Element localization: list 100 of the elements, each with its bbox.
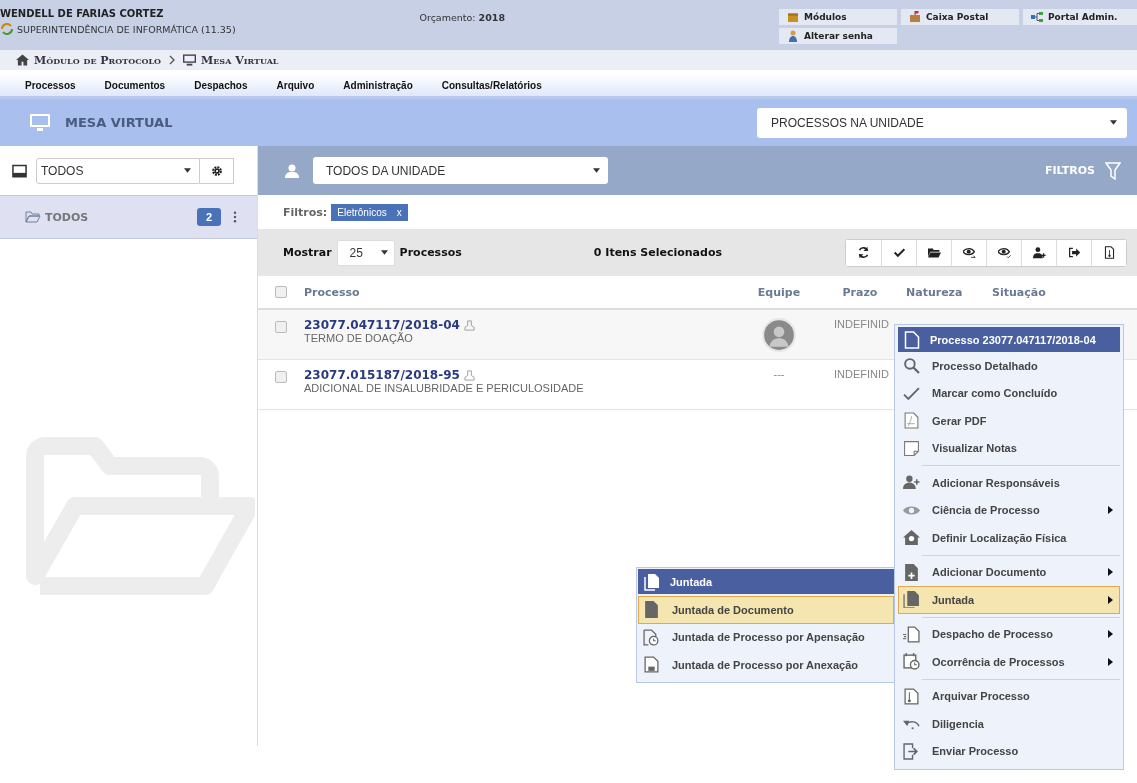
page-title: MESA VIRTUAL <box>65 115 173 130</box>
menu-item[interactable]: Diligencia <box>898 710 1120 738</box>
menu-item[interactable]: Juntada de Processo por Anexação <box>638 651 894 679</box>
checkbox[interactable] <box>275 286 287 298</box>
file-thermometer-icon <box>903 687 920 705</box>
menu-item[interactable]: Juntada <box>898 586 1120 614</box>
selected-count: 0 Itens Selecionados <box>593 246 723 259</box>
checkbox[interactable] <box>275 321 287 333</box>
process-number-link[interactable]: 23077.015187/2018-95 <box>304 368 460 382</box>
filter-icon <box>1105 161 1121 180</box>
unit-label: Processos <box>399 246 462 259</box>
file-plus-icon <box>903 563 920 581</box>
column-header: Natureza <box>906 285 964 299</box>
folder-icon <box>927 246 941 259</box>
chevron-icon <box>169 55 176 65</box>
dropdown-caret-icon <box>593 168 600 173</box>
team-select[interactable]: TODOS DA UNIDADE <box>313 157 608 184</box>
files-icon <box>644 572 660 591</box>
file-lines-icon <box>903 625 920 643</box>
sidebar-item[interactable]: TODOS 2 <box>0 195 257 239</box>
folder-label: TODOS <box>45 210 90 224</box>
mailbox-icon <box>909 11 921 23</box>
header-link[interactable]: Caixa Postal <box>901 9 1019 25</box>
menu-item[interactable]: Arquivar Processo <box>898 682 1120 710</box>
menu-title: Processo 23077.047117/2018-04 <box>930 333 1096 346</box>
header-link[interactable]: Portal Admin. <box>1023 9 1137 25</box>
unit-name: SUPERINTENDÊNCIA DE INFORMÁTICA (11.35) <box>17 23 236 35</box>
menu-item[interactable]: Despachos <box>194 79 248 91</box>
budget-text: Orçamento: 2018 <box>419 11 507 23</box>
menu-item[interactable]: Despacho de Processo <box>898 620 1120 648</box>
refresh-icon <box>857 246 870 259</box>
stamp-icon <box>463 369 475 381</box>
team-cell: --- <box>773 368 785 380</box>
header-link[interactable]: Alterar senha <box>779 28 897 44</box>
filters-label: Filtros: <box>283 205 328 219</box>
count-badge: 2 <box>196 208 221 226</box>
dropdown-caret-icon <box>380 250 388 255</box>
menu-item[interactable]: Adicionar Responsáveis <box>898 469 1120 497</box>
breadcrumb-link[interactable]: Módulo de Protocolo <box>34 53 162 67</box>
process-subject: ADICIONAL DE INSALUBRIDADE E PERICULOSIDADE <box>304 382 584 394</box>
process-number-link[interactable]: 23077.047117/2018-04 <box>304 318 460 332</box>
pdf-file-icon <box>903 412 920 430</box>
file-clock-icon <box>643 628 660 646</box>
dropdown-caret-icon <box>184 168 191 173</box>
settings-icon <box>210 164 223 177</box>
settings-button[interactable] <box>200 157 234 184</box>
menu-item[interactable]: Processos <box>25 79 76 91</box>
eye-check-icon <box>997 246 1011 259</box>
eye-arrow-icon <box>962 246 976 259</box>
search-icon <box>903 357 920 375</box>
checkbox[interactable] <box>275 371 287 383</box>
file-icon <box>1102 246 1116 259</box>
monitor-icon <box>30 113 50 132</box>
sitemap-icon <box>1031 11 1043 23</box>
view-select[interactable]: PROCESSOS NA UNIDADE <box>757 107 1127 138</box>
arrows-icon <box>0 23 14 35</box>
file-icon <box>904 330 920 349</box>
menu-item[interactable]: Gerar PDF <box>898 407 1120 435</box>
house-pin-icon <box>903 529 920 547</box>
user-plus-icon <box>1032 246 1046 259</box>
menu-item[interactable]: Juntada de Documento <box>638 596 894 624</box>
file-lock-icon <box>643 656 660 674</box>
dropdown-caret-icon <box>1110 120 1117 125</box>
menu-item[interactable]: Juntada de Processo por Apensação <box>638 623 894 651</box>
breadcrumb-current: Mesa Virtual <box>201 53 279 67</box>
calendar-clock-icon <box>903 653 920 671</box>
more-icon <box>233 211 237 223</box>
menu-item[interactable]: Definir Localização Física <box>898 524 1120 552</box>
menu-item[interactable]: Marcar como Concluído <box>898 379 1120 407</box>
header-link[interactable]: Módulos <box>779 9 897 25</box>
menu-item[interactable]: Arquivo <box>276 79 315 91</box>
deadline-cell-text: INDEFINID <box>833 318 890 330</box>
menu-item[interactable]: Administração <box>343 79 413 91</box>
column-header: Situação <box>992 285 1046 299</box>
menu-item[interactable]: Enviar Processo <box>898 737 1120 765</box>
menu-item[interactable]: Processo Detalhado <box>898 352 1120 380</box>
stamp-icon <box>463 319 475 331</box>
page-size-select[interactable]: 25 <box>336 239 395 266</box>
user-name: WENDELL DE FARIAS CORTEZ <box>0 8 165 19</box>
remove-tag-button[interactable]: x <box>396 206 402 218</box>
box-icon <box>787 11 799 23</box>
file-icon <box>643 601 660 619</box>
show-label: Mostrar <box>283 246 332 259</box>
note-icon <box>903 439 920 457</box>
menu-item[interactable]: Consultas/Relatórios <box>441 79 542 91</box>
menu-item[interactable]: Visualizar Notas <box>898 434 1120 462</box>
file-button[interactable] <box>1091 239 1126 266</box>
column-header: Processo <box>304 285 361 299</box>
check-icon <box>892 246 906 259</box>
folder-select[interactable]: TODOS <box>36 157 200 184</box>
exit-icon <box>1067 246 1081 259</box>
user-plus-icon <box>903 474 920 492</box>
process-subject: TERMO DE DOAÇÃO <box>304 332 413 344</box>
menu-item[interactable]: Ciência de Processo <box>898 496 1120 524</box>
menu-item[interactable]: Adicionar Documento <box>898 558 1120 586</box>
menu-item[interactable]: Ocorrência de Processos <box>898 648 1120 676</box>
menu-item[interactable]: Documentos <box>104 79 166 91</box>
tag-label: Eletrônicos <box>337 206 387 218</box>
files-icon <box>903 591 920 609</box>
avatar <box>762 318 796 352</box>
